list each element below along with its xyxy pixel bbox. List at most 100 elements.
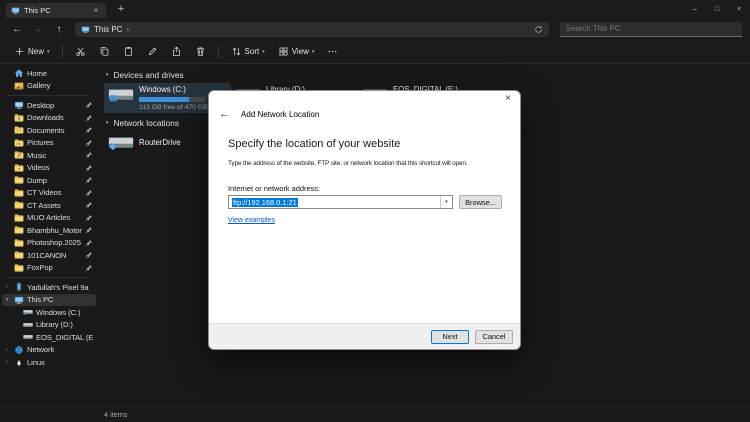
sidebar-item-label: CT Assets <box>27 200 61 210</box>
back-button[interactable]: ← <box>8 24 26 35</box>
sidebar-item-label: Desktop <box>27 100 55 110</box>
dialog-heading: Specify the location of your website <box>228 138 401 150</box>
refresh-icon[interactable] <box>534 25 543 34</box>
cut-button[interactable] <box>71 44 90 59</box>
cancel-button[interactable]: Cancel <box>475 329 513 344</box>
sidebar-item-library-d[interactable]: Library (D:) <box>2 319 96 332</box>
devices-group-header[interactable]: ▾ Devices and drives <box>104 68 750 82</box>
pin-icon <box>85 189 93 197</box>
new-button[interactable]: New ▾ <box>10 44 54 59</box>
capacity-bar-fill <box>139 97 190 102</box>
breadcrumb[interactable]: This PC <box>94 25 122 34</box>
this-pc-icon <box>81 25 90 34</box>
file-explorer-window: This PC × + – □ × ← → ↑ This PC › New ▾ <box>0 0 750 422</box>
maximize-button[interactable]: □ <box>706 0 728 18</box>
view-examples-link[interactable]: View examples <box>228 217 275 224</box>
browse-button[interactable]: Browse... <box>459 195 502 209</box>
up-button[interactable]: ↑ <box>50 24 68 35</box>
sidebar-item-foxpop[interactable]: FoxPop <box>2 262 96 275</box>
chevron-icon: › <box>6 359 8 366</box>
sidebar-item-ct-assets[interactable]: CT Assets <box>2 199 96 212</box>
tab-this-pc[interactable]: This PC × <box>6 3 106 18</box>
collapse-chevron-icon[interactable]: ▾ <box>106 72 109 78</box>
command-icon <box>171 46 182 57</box>
share-button[interactable] <box>167 44 186 59</box>
sidebar-item-videos[interactable]: Videos <box>2 162 96 175</box>
sidebar-item-icon <box>14 345 24 355</box>
sidebar-item-ct-videos[interactable]: CT Videos <box>2 187 96 200</box>
devices-group-label: Devices and drives <box>113 70 184 80</box>
view-icon <box>278 46 289 57</box>
sidebar-item-network[interactable]: › Network <box>2 344 96 357</box>
sidebar-item-eos-digital-e[interactable]: EOS_DIGITAL (E:) <box>2 331 96 344</box>
sidebar-item-dump[interactable]: Dump <box>2 174 96 187</box>
navigation-bar: ← → ↑ This PC › <box>0 18 750 40</box>
sidebar-item-photoshop-2025[interactable]: Photoshop.2025 <box>2 237 96 250</box>
sidebar-item-icon <box>14 68 24 78</box>
window-controls: – □ × <box>684 0 750 18</box>
sidebar-item-home[interactable]: Home <box>2 67 96 80</box>
sidebar-item-pixel-9a[interactable]: › Yadullah's Pixel 9a <box>2 281 96 294</box>
pin-icon <box>85 214 93 222</box>
sidebar-pinned-section: Desktop Downloads Documents Pictures Mus… <box>0 99 98 274</box>
sidebar-item-gallery[interactable]: Gallery <box>2 80 96 93</box>
pin-icon <box>85 251 93 259</box>
address-input[interactable]: ftp://192.168.0.1:21 ▾ <box>228 195 453 209</box>
this-pc-icon <box>11 6 20 15</box>
sort-button[interactable]: Sort ▾ <box>227 44 269 59</box>
new-tab-button[interactable]: + <box>114 3 128 15</box>
sidebar-tree-section: › Yadullah's Pixel 9a ▾ This PC Windows … <box>0 281 98 369</box>
dialog-back-button[interactable]: ← <box>219 108 230 120</box>
pin-icon <box>85 201 93 209</box>
command-icon-group <box>71 44 210 59</box>
tab-close-icon[interactable]: × <box>91 6 101 15</box>
delete-button[interactable] <box>191 44 210 59</box>
window-close-button[interactable]: × <box>728 0 750 18</box>
address-bar[interactable]: This PC › <box>75 21 549 37</box>
network-drive-icon <box>108 133 134 152</box>
view-button[interactable]: View ▾ <box>274 44 319 59</box>
pin-icon <box>85 176 93 184</box>
forward-button[interactable]: → <box>29 24 47 35</box>
sidebar-item-icon <box>14 138 24 148</box>
sidebar-item-linux[interactable]: › Linux <box>2 356 96 369</box>
sidebar-item-icon <box>14 175 24 185</box>
sidebar-item-music[interactable]: Music <box>2 149 96 162</box>
search-box[interactable] <box>560 21 742 37</box>
next-button[interactable]: Next <box>431 329 469 344</box>
dialog-close-icon[interactable]: × <box>505 93 511 104</box>
sidebar-item-pictures[interactable]: Pictures <box>2 137 96 150</box>
rename-button[interactable] <box>143 44 162 59</box>
combo-dropdown-icon[interactable]: ▾ <box>440 196 452 208</box>
pin-icon <box>85 264 93 272</box>
paste-button[interactable] <box>119 44 138 59</box>
command-icon <box>147 46 158 57</box>
sidebar-item-desktop[interactable]: Desktop <box>2 99 96 112</box>
breadcrumb-chevron-icon[interactable]: › <box>126 25 129 34</box>
search-input[interactable] <box>566 24 736 33</box>
collapse-chevron-icon[interactable]: ▾ <box>106 120 109 126</box>
sidebar-top-section: Home Gallery <box>0 67 98 92</box>
sidebar-item-icon <box>14 357 24 367</box>
sidebar-item-label: Documents <box>27 125 65 135</box>
sidebar-item-this-pc[interactable]: ▾ This PC <box>2 293 96 306</box>
minimize-button[interactable]: – <box>684 0 706 18</box>
sidebar-item-windows-c[interactable]: Windows (C:) <box>2 306 96 319</box>
chevron-icon: › <box>6 346 8 353</box>
pin-icon <box>85 139 93 147</box>
sidebar-item-documents[interactable]: Documents <box>2 124 96 137</box>
pin-icon <box>85 101 93 109</box>
more-options-button[interactable] <box>323 44 342 59</box>
item-count: 4 items <box>104 410 128 419</box>
sidebar-item-label: Videos <box>27 163 50 173</box>
sidebar-item-bhambhu-motorsport[interactable]: Bhambhu_Motorsport <box>2 224 96 237</box>
sidebar-item-muo-articles[interactable]: MUO Articles <box>2 212 96 225</box>
view-button-label: View <box>291 47 309 56</box>
sidebar-item-downloads[interactable]: Downloads <box>2 112 96 125</box>
navigation-pane: Home Gallery Desktop Downloads Documents… <box>0 64 98 406</box>
sidebar-item-101canon[interactable]: 101CANON <box>2 249 96 262</box>
pin-icon <box>85 239 93 247</box>
sidebar-item-icon <box>14 188 24 198</box>
pin-icon <box>85 114 93 122</box>
copy-button[interactable] <box>95 44 114 59</box>
